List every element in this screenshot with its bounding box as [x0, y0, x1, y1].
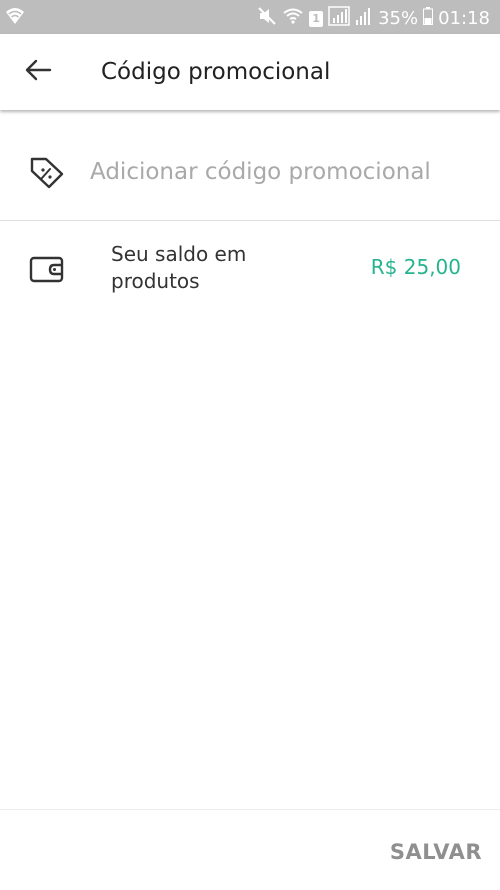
status-right: 1 35% 01:18	[257, 6, 490, 32]
back-button[interactable]	[20, 54, 56, 90]
sim-icon: 1	[309, 11, 324, 27]
battery-percent: 35%	[378, 8, 419, 29]
balance-label: Seu saldo em produtos	[111, 242, 247, 293]
status-bar: 1 35% 01:18	[0, 0, 500, 34]
promo-code-placeholder: Adicionar código promocional	[90, 159, 431, 185]
arrow-left-icon	[24, 58, 52, 86]
balance-amount: R$ 25,00	[370, 255, 461, 279]
wallet-icon	[29, 255, 65, 289]
save-button[interactable]: SALVAR	[390, 838, 482, 866]
app-bar: Código promocional	[0, 34, 500, 110]
footer: SALVAR	[0, 809, 500, 890]
battery-icon	[423, 7, 434, 31]
status-time: 01:18	[438, 8, 490, 29]
signal-icon	[355, 6, 373, 32]
promo-code-input[interactable]: Adicionar código promocional	[0, 112, 500, 221]
page-title: Código promocional	[101, 59, 331, 85]
wifi-icon	[282, 6, 304, 32]
status-left	[4, 5, 26, 31]
discount-tag-icon	[28, 155, 66, 195]
mute-icon	[257, 6, 277, 32]
signal-icon	[328, 6, 350, 32]
wifi-icon	[4, 8, 26, 31]
balance-row: Seu saldo em produtos R$ 25,00	[0, 221, 500, 321]
